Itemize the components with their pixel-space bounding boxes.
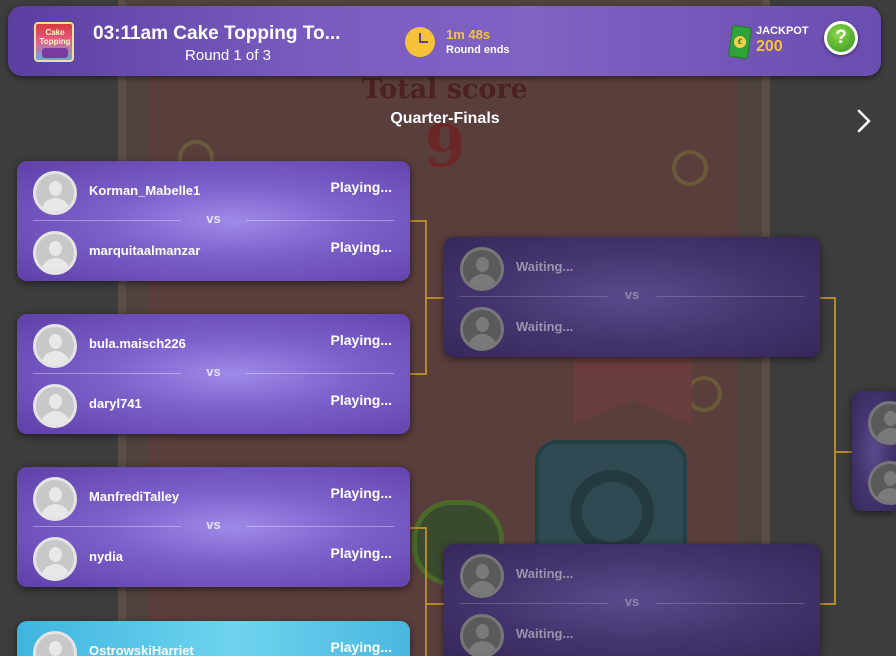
player-name: nydia <box>89 549 123 564</box>
player-status: Playing... <box>330 485 392 501</box>
player-status: Playing... <box>330 639 392 655</box>
player-name: Waiting... <box>516 626 574 641</box>
player-row <box>852 459 896 507</box>
jackpot-label: JACKPOT <box>756 25 809 37</box>
cash-icon: € <box>727 24 753 60</box>
background-replay-icon <box>570 470 654 554</box>
avatar <box>33 477 77 521</box>
bracket-connector <box>425 527 427 656</box>
jackpot-value: 200 <box>756 38 783 55</box>
game-thumbnail-logo: Cake Topping <box>39 28 71 46</box>
bracket-connector <box>425 603 445 605</box>
match-card-qf2[interactable]: bula.maisch226 Playing... vs daryl741 Pl… <box>17 314 410 434</box>
game-thumbnail: Cake Topping <box>34 22 74 62</box>
player-name: Waiting... <box>516 319 574 334</box>
avatar <box>460 247 504 291</box>
bracket-connector <box>425 297 445 299</box>
help-button[interactable]: ? <box>824 21 858 55</box>
player-row: Waiting... <box>444 305 820 353</box>
vs-label: vs <box>206 517 221 532</box>
player-row: Waiting... <box>444 552 820 600</box>
player-row: daryl741 Playing... <box>17 382 410 430</box>
player-row: marquitaalmanzar Playing... <box>17 229 410 277</box>
player-name: Waiting... <box>516 259 574 274</box>
background-peg-icon <box>672 150 708 186</box>
avatar <box>868 461 896 505</box>
player-name: bula.maisch226 <box>89 336 186 351</box>
match-card-final[interactable] <box>852 391 896 511</box>
match-card-sf2[interactable]: Waiting... vs Waiting... <box>444 544 820 656</box>
divider <box>656 296 804 297</box>
cake-icon <box>42 48 68 58</box>
player-name: marquitaalmanzar <box>89 243 201 258</box>
avatar <box>33 171 77 215</box>
avatar <box>460 614 504 656</box>
player-name: Waiting... <box>516 566 574 581</box>
avatar <box>33 537 77 581</box>
divider <box>246 220 394 221</box>
background-total-score-label: Total score <box>362 74 528 105</box>
vs-label: vs <box>206 364 221 379</box>
player-row: nydia Playing... <box>17 535 410 583</box>
vs-label: vs <box>624 287 640 302</box>
timer-label: Round ends <box>446 44 510 56</box>
round-indicator: Round 1 of 3 <box>185 47 271 64</box>
stage-title: Quarter-Finals <box>390 110 500 127</box>
match-card-sf1[interactable]: Waiting... vs Waiting... <box>444 237 820 357</box>
match-card-qf4[interactable]: OstrowskiHarriet Playing... <box>17 621 410 656</box>
player-status: Playing... <box>330 332 392 348</box>
player-name: OstrowskiHarriet <box>89 643 194 656</box>
vs-label: vs <box>206 211 221 226</box>
divider <box>656 603 804 604</box>
avatar <box>33 324 77 368</box>
divider <box>246 373 394 374</box>
tournament-header-bar: Cake Topping 03:11am Cake Topping To... … <box>8 6 881 76</box>
bracket-connector <box>834 451 852 453</box>
player-row: OstrowskiHarriet Playing... <box>17 629 410 656</box>
player-name: daryl741 <box>89 396 142 411</box>
player-status: Playing... <box>330 239 392 255</box>
avatar <box>868 401 896 445</box>
vs-label: vs <box>624 594 640 609</box>
player-row: ManfrediTalley Playing... <box>17 475 410 523</box>
tournament-title: 03:11am Cake Topping To... <box>93 23 341 44</box>
player-name: ManfrediTalley <box>89 489 180 504</box>
avatar <box>33 631 77 656</box>
player-status: Playing... <box>330 392 392 408</box>
player-row: Waiting... <box>444 245 820 293</box>
player-row <box>852 399 896 447</box>
chevron-right-icon[interactable] <box>852 108 876 134</box>
match-card-qf3[interactable]: ManfrediTalley Playing... vs nydia Playi… <box>17 467 410 587</box>
player-name: Korman_Mabelle1 <box>89 183 201 198</box>
avatar <box>33 384 77 428</box>
avatar <box>460 307 504 351</box>
player-status: Playing... <box>330 179 392 195</box>
player-row: Waiting... <box>444 612 820 656</box>
avatar <box>33 231 77 275</box>
player-row: Korman_Mabelle1 Playing... <box>17 169 410 217</box>
match-card-qf1[interactable]: Korman_Mabelle1 Playing... vs marquitaal… <box>17 161 410 281</box>
timer-value: 1m 48s <box>446 27 491 42</box>
avatar <box>460 554 504 598</box>
divider <box>246 526 394 527</box>
player-status: Playing... <box>330 545 392 561</box>
player-row: bula.maisch226 Playing... <box>17 322 410 370</box>
clock-icon <box>405 27 435 57</box>
